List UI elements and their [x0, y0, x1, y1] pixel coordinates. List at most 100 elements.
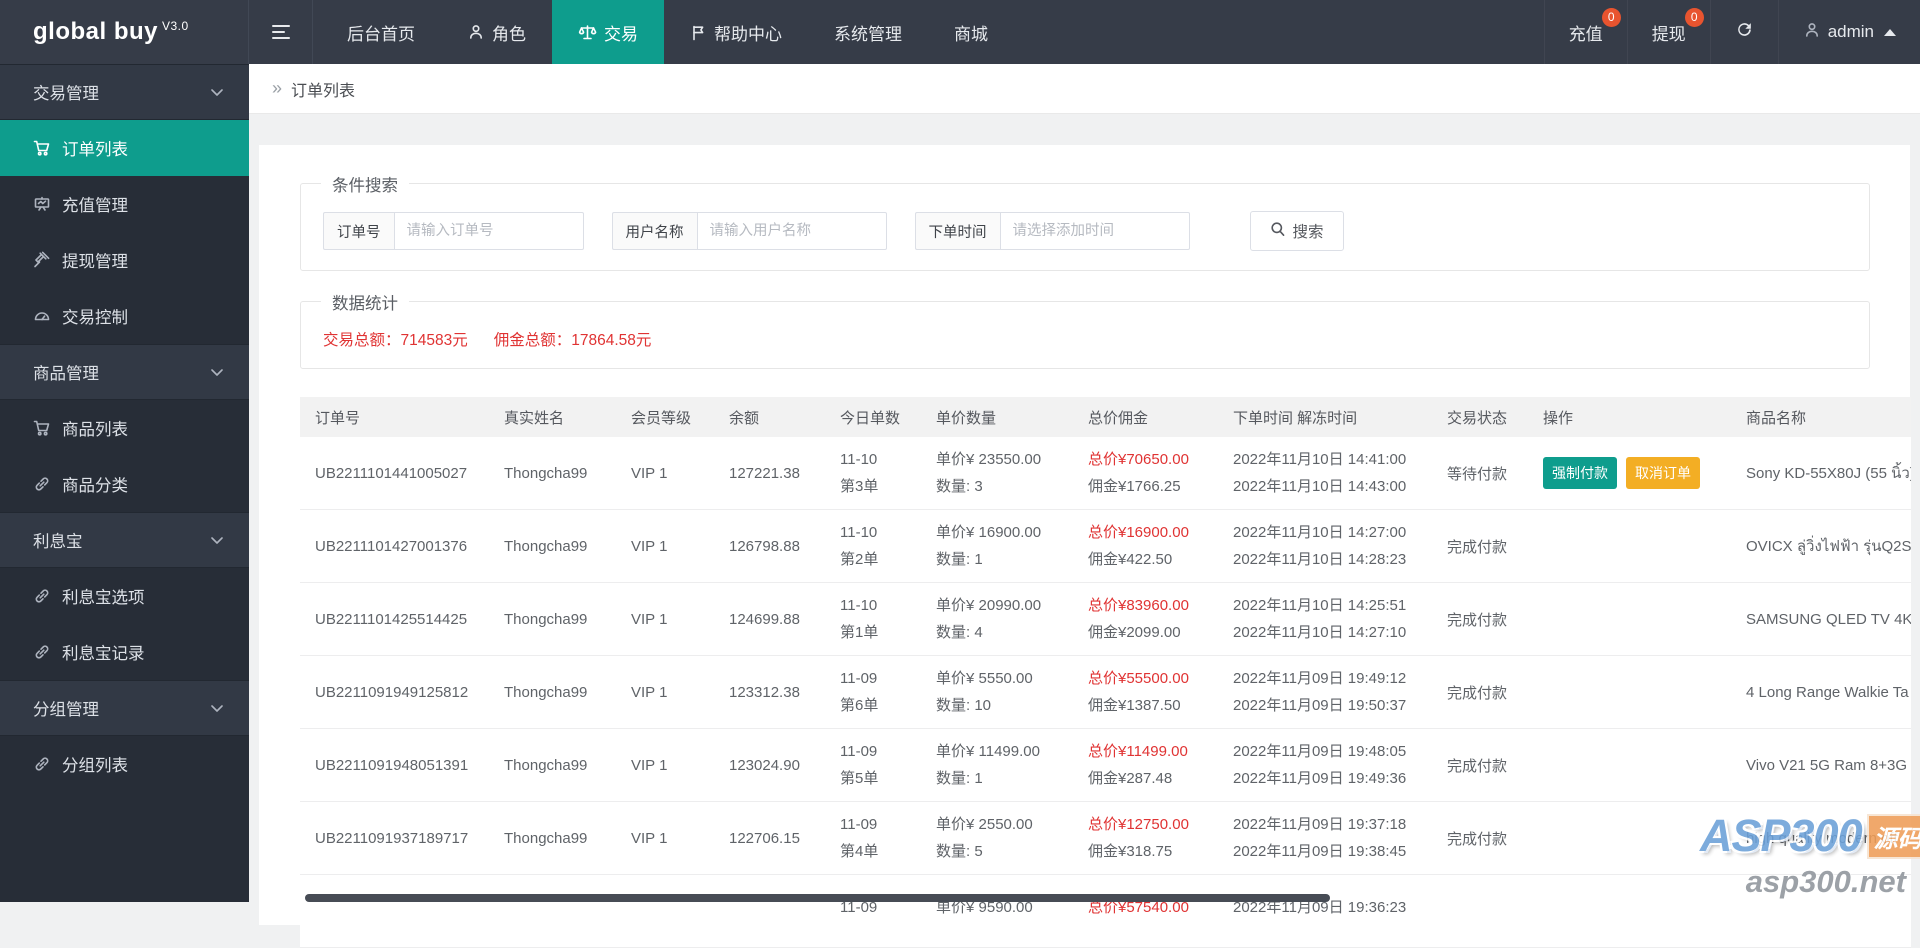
sidebar-item-lixibao-options[interactable]: 利息宝选项: [0, 568, 249, 624]
status-cell: 完成付款: [1439, 609, 1535, 630]
table-row: UB2211091949125812 Thongcha99 VIP 1 1233…: [300, 656, 1911, 729]
withdraw-button[interactable]: 提现 0: [1627, 0, 1710, 64]
order-time-label: 下单时间: [915, 212, 1000, 250]
balance-cell: 127221.38: [721, 465, 832, 482]
refresh-icon: [1735, 20, 1754, 44]
chevron-down-icon: [211, 537, 223, 545]
col-header-total-commission: 总价佣金: [1080, 407, 1225, 428]
order-no-label: 订单号: [323, 212, 394, 250]
refresh-button[interactable]: [1710, 0, 1778, 64]
col-header-balance: 余额: [721, 407, 832, 428]
total-trade-amount: 交易总额：714583元: [323, 330, 468, 352]
vip-level-cell: VIP 1: [623, 611, 721, 628]
sidebar-item-product-list[interactable]: 商品列表: [0, 400, 249, 456]
order-no-input[interactable]: [394, 212, 584, 250]
nav-item-trade[interactable]: 交易: [552, 0, 664, 64]
sidebar-group-group-management[interactable]: 分组管理: [0, 680, 249, 736]
col-header-daily-count: 今日单数: [832, 407, 928, 428]
status-cell: 等待付款: [1439, 463, 1535, 484]
total-commission-cell: 总价¥16900.00佣金¥422.50: [1080, 523, 1225, 570]
breadcrumb-icon: »: [272, 78, 282, 99]
sidebar-item-product-category[interactable]: 商品分类: [0, 456, 249, 512]
sidebar-item-withdraw-management[interactable]: 提现管理: [0, 232, 249, 288]
unit-price-cell: 单价¥ 2550.00数量: 5: [928, 815, 1080, 862]
link-icon: [33, 643, 51, 661]
user-icon: [467, 23, 485, 41]
sidebar-item-lixibao-records[interactable]: 利息宝记录: [0, 624, 249, 680]
sidebar-item-group-list[interactable]: 分组列表: [0, 736, 249, 792]
vip-level-cell: VIP 1: [623, 538, 721, 555]
unit-price-cell: 单价¥ 23550.00数量: 3: [928, 450, 1080, 497]
username-input[interactable]: [697, 212, 887, 250]
user-menu[interactable]: admin: [1778, 0, 1920, 64]
nav-item-system[interactable]: 系统管理: [808, 0, 928, 64]
status-cell: 完成付款: [1439, 682, 1535, 703]
chevron-up-icon: [1884, 29, 1896, 36]
sidebar-toggle-icon[interactable]: [249, 0, 313, 64]
cart-icon: [33, 139, 51, 157]
col-header-order-no: 订单号: [300, 407, 496, 428]
order-no-cell: UB2211091937189717: [300, 830, 496, 847]
watermark-tag: 源码: [1867, 814, 1920, 859]
times-cell: 2022年11月10日 14:25:512022年11月10日 14:27:10: [1225, 596, 1439, 643]
real-name-cell: Thongcha99: [496, 465, 623, 482]
main-content: » 订单列表 条件搜索 订单号 用户名称 下单时间: [249, 64, 1920, 902]
unit-price-cell: 单价¥ 11499.00数量: 1: [928, 742, 1080, 789]
times-cell: 2022年11月09日 19:49:122022年11月09日 19:50:37: [1225, 669, 1439, 716]
recharge-badge: 0: [1602, 8, 1621, 27]
col-header-times: 下单时间 解冻时间: [1225, 407, 1439, 428]
table-row: UB2211101425514425 Thongcha99 VIP 1 1246…: [300, 583, 1911, 656]
orders-table: 订单号 真实姓名 会员等级 余额 今日单数 单价数量 总价佣金 下单时间 解冻时…: [300, 397, 1911, 948]
nav-item-help-center[interactable]: 帮助中心: [664, 0, 808, 64]
times-cell: 2022年11月09日 19:37:182022年11月09日 19:38:45: [1225, 815, 1439, 862]
nav-item-mall[interactable]: 商城: [928, 0, 1014, 64]
real-name-cell: Thongcha99: [496, 757, 623, 774]
daily-count-cell: 11-10第2单: [832, 523, 928, 570]
search-button[interactable]: 搜索: [1250, 211, 1344, 251]
vip-level-cell: VIP 1: [623, 757, 721, 774]
order-no-cell: UB2211091948051391: [300, 757, 496, 774]
search-panel-legend: 条件搜索: [321, 172, 409, 196]
order-time-input[interactable]: [1000, 212, 1190, 250]
total-commission-cell: 总价¥83960.00佣金¥2099.00: [1080, 596, 1225, 643]
unit-price-cell: 单价¥ 16900.00数量: 1: [928, 523, 1080, 570]
balance-cell: 123024.90: [721, 757, 832, 774]
force-pay-button[interactable]: 强制付款: [1543, 457, 1617, 489]
product-name-cell: OVICX ลู่วิ่งไฟฟ้า รุ่นQ2S T: [1708, 534, 1911, 558]
stats-panel-legend: 数据统计: [321, 290, 409, 314]
username: admin: [1828, 22, 1874, 42]
balance-cell: 124699.88: [721, 611, 832, 628]
recharge-button[interactable]: 充值 0: [1544, 0, 1627, 64]
product-name-cell: Vivo V21 5G Ram 8+3G: [1708, 757, 1911, 774]
sidebar-group-product-management[interactable]: 商品管理: [0, 344, 249, 400]
col-header-vip-level: 会员等级: [623, 407, 721, 428]
watermark-brand: ASP300: [1700, 810, 1862, 862]
sidebar-group-lixibao[interactable]: 利息宝: [0, 512, 249, 568]
sidebar-item-recharge-management[interactable]: 充值管理: [0, 176, 249, 232]
link-icon: [33, 475, 51, 493]
balance-cell: 126798.88: [721, 538, 832, 555]
sidebar-item-trade-control[interactable]: 交易控制: [0, 288, 249, 344]
nav-item-roles[interactable]: 角色: [441, 0, 552, 64]
table-row: 11-09 单价¥ 9590.00 总价¥57540.00 2022年11月09…: [300, 875, 1911, 948]
table-header: 订单号 真实姓名 会员等级 余额 今日单数 单价数量 总价佣金 下单时间 解冻时…: [300, 397, 1911, 437]
app-logo[interactable]: global buy V3.0: [0, 0, 249, 64]
watermark: ASP300 源码 asp300.net: [1700, 810, 1920, 900]
unit-price-cell: 单价¥ 5550.00数量: 10: [928, 669, 1080, 716]
sidebar-item-order-list[interactable]: 订单列表: [0, 120, 249, 176]
app-version: V3.0: [162, 19, 189, 33]
nav-item-dashboard[interactable]: 后台首页: [321, 0, 441, 64]
daily-count-cell: 11-10第3单: [832, 450, 928, 497]
horizontal-scrollbar-thumb[interactable]: [305, 894, 1330, 902]
chevron-down-icon: [211, 705, 223, 713]
product-name-cell: SAMSUNG QLED TV 4K: [1708, 611, 1911, 628]
sidebar-group-trade-management[interactable]: 交易管理: [0, 64, 249, 120]
col-header-unit-price: 单价数量: [928, 407, 1080, 428]
times-cell: 2022年11月10日 14:27:002022年11月10日 14:28:23: [1225, 523, 1439, 570]
balance-cell: 123312.38: [721, 684, 832, 701]
times-cell: 2022年11月10日 14:41:002022年11月10日 14:43:00: [1225, 450, 1439, 497]
sidebar: 交易管理 订单列表 充值管理 提现管理 交易控制 商品管理 商品列表 商品分类 …: [0, 64, 249, 902]
cancel-order-button[interactable]: 取消订单: [1626, 457, 1700, 489]
table-body: UB2211101441005027 Thongcha99 VIP 1 1272…: [300, 437, 1911, 948]
table-row: UB2211091948051391 Thongcha99 VIP 1 1230…: [300, 729, 1911, 802]
